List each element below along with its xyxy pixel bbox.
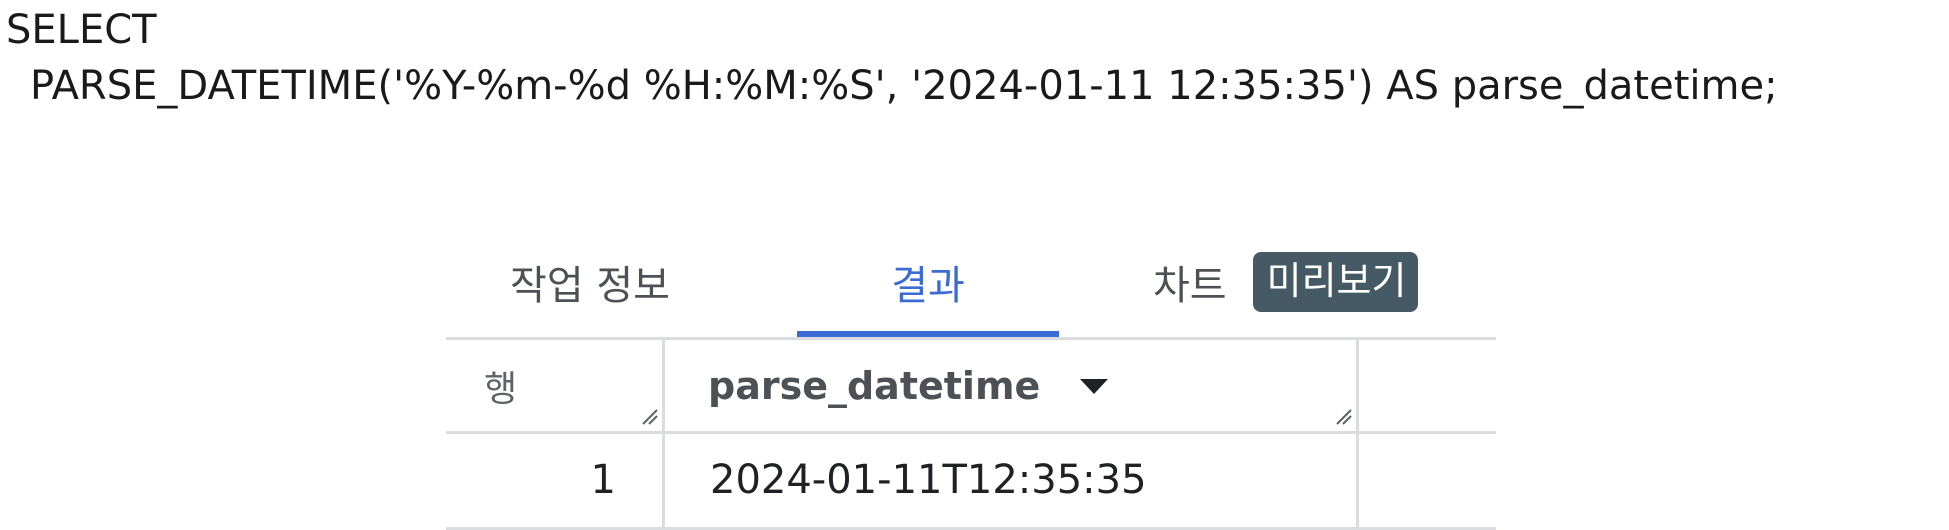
sql-line-select: SELECT (6, 7, 157, 53)
tab-results-label: 결과 (891, 263, 965, 309)
tab-job-info[interactable]: 작업 정보 (445, 228, 735, 336)
tab-job-info-label: 작업 정보 (510, 263, 670, 309)
row-number-header: 행 (446, 340, 700, 432)
column-header-label: parse_datetime (708, 364, 1041, 408)
cell-value: 2024-01-11T12:35:35 (710, 457, 1147, 503)
sql-line-parse-datetime: PARSE_DATETIME('%Y-%m-%d %H:%M:%S', '202… (30, 63, 1778, 109)
sort-down-icon[interactable] (1080, 378, 1109, 394)
resize-grip-icon (642, 409, 658, 425)
result-tabs: 작업 정보 결과 차트 미리보기 (445, 228, 1495, 338)
tab-chart[interactable]: 차트 미리보기 (1145, 228, 1475, 336)
tab-chart-label: 차트 (1153, 263, 1227, 309)
table-cell-parse-datetime[interactable]: 2024-01-11T12:35:35 (710, 434, 1350, 526)
table-row-number: 1 (446, 434, 616, 526)
row-number-header-label: 행 (484, 369, 518, 410)
column-header-parse-datetime[interactable]: parse_datetime (666, 340, 1398, 432)
row-number-value: 1 (590, 457, 616, 503)
resize-grip-icon (1336, 409, 1352, 425)
column-resize-icon-parse-datetime[interactable] (1334, 407, 1352, 425)
tab-results[interactable]: 결과 (797, 228, 1059, 338)
preview-badge: 미리보기 (1252, 252, 1419, 312)
results-table: 행 parse_datetime 1 2024-01-11T12:35:35 (446, 337, 1496, 530)
column-resize-icon[interactable] (640, 407, 658, 425)
sql-query: SELECT PARSE_DATETIME('%Y-%m-%d %H:%M:%S… (6, 2, 1778, 114)
